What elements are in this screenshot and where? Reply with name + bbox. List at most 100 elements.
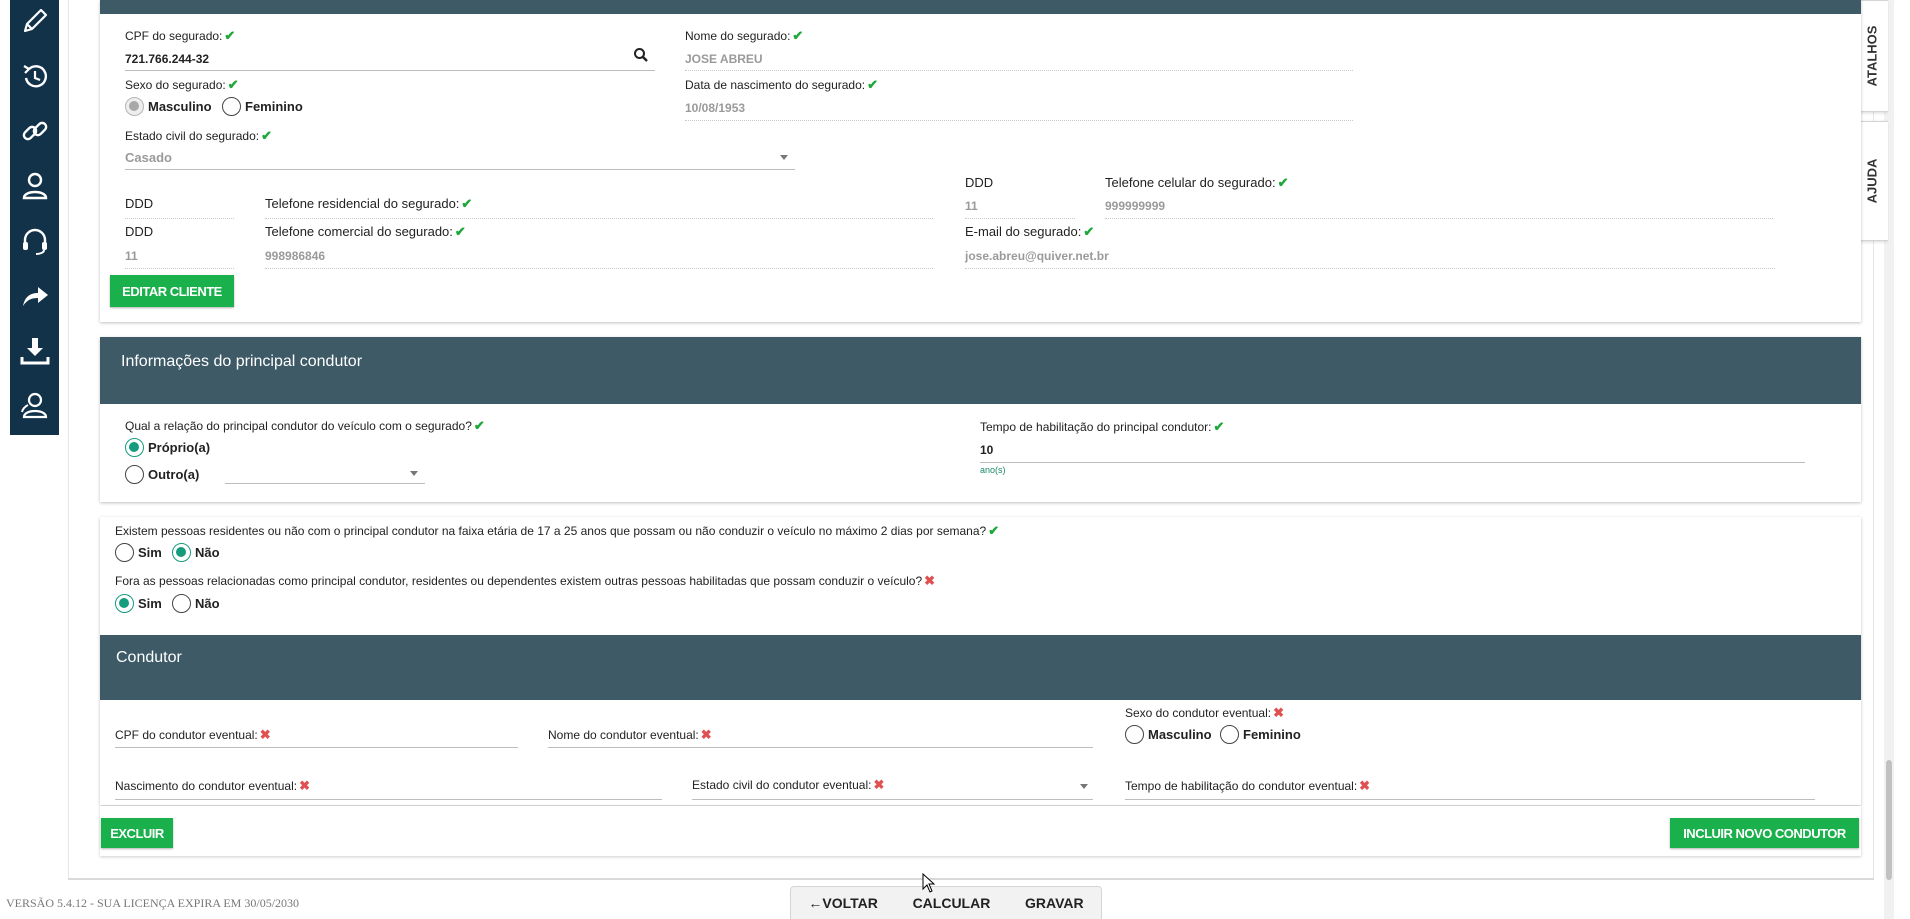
telefone-comercial-underline <box>265 268 933 269</box>
radio-dot <box>115 594 134 613</box>
action-row: EXCLUIR INCLUIR NOVO CONDUTOR <box>100 806 1861 856</box>
nome-condutor-input[interactable] <box>548 747 1093 748</box>
chevron-down-icon[interactable] <box>780 155 788 160</box>
nome-condutor-label: Nome do condutor eventual: ✖ <box>548 727 712 742</box>
excluir-button[interactable]: EXCLUIR <box>101 818 173 848</box>
email-segurado-underline <box>965 268 1775 269</box>
ddd-residencial-label: DDD <box>125 196 154 211</box>
relacao-outro-radio[interactable]: Outro(a) <box>125 465 199 484</box>
radio-dot <box>1125 725 1144 744</box>
question-jovens-nao-radio[interactable]: Não <box>172 543 220 562</box>
question-jovens-label: Existem pessoas residentes ou não com o … <box>115 523 1000 538</box>
relacao-proprio-radio[interactable]: Próprio(a) <box>125 438 210 457</box>
telefone-celular-label: Telefone celular do segurado: ✔ <box>1105 175 1289 190</box>
link-icon[interactable] <box>18 114 52 148</box>
nascimento-condutor-label: Nascimento do condutor eventual: ✖ <box>115 778 311 793</box>
radio-label: Feminino <box>1243 727 1301 742</box>
ddd-comercial-label: DDD <box>125 224 154 239</box>
tempo-condutor-input[interactable] <box>1125 799 1815 800</box>
radio-dot <box>125 97 144 116</box>
radio-label: Sim <box>138 596 162 611</box>
telefone-residencial-underline[interactable] <box>265 218 933 219</box>
sexo-masculino-radio[interactable]: Masculino <box>125 97 212 116</box>
atalhos-tab-label: ATALHOS <box>1864 25 1880 87</box>
calcular-button[interactable]: CALCULAR <box>913 895 991 911</box>
question-outras-pessoas-label: Fora as pessoas relacionadas como princi… <box>115 573 936 588</box>
nome-segurado-underline <box>685 70 1353 71</box>
nome-segurado-input[interactable]: JOSE ABREU <box>685 52 763 66</box>
refresh-clock-icon[interactable] <box>18 59 52 93</box>
relacao-condutor-label: Qual a relação do principal condutor do … <box>125 418 485 433</box>
chevron-down-icon[interactable] <box>1080 784 1088 789</box>
radio-label: Masculino <box>148 99 212 114</box>
estado-civil-segurado-label: Estado civil do segurado: ✔ <box>125 128 272 143</box>
user-icon[interactable] <box>18 169 52 203</box>
pencil-icon[interactable] <box>18 4 52 38</box>
forward-arrow-icon[interactable] <box>18 279 52 313</box>
ddd-comercial-input[interactable]: 11 <box>125 249 138 263</box>
segurado-card: CPF do segurado: ✔ 721.766.244-32 Nome do… <box>100 0 1861 322</box>
scrollbar-thumb[interactable] <box>1886 760 1892 880</box>
estado-civil-segurado-select[interactable]: Casado <box>125 150 172 165</box>
relacao-outro-select[interactable] <box>225 483 425 484</box>
tempo-habilitacao-underline <box>980 462 1805 463</box>
radio-dot <box>172 543 191 562</box>
radio-label: Sim <box>138 545 162 560</box>
ddd-celular-label: DDD <box>965 175 994 190</box>
segurado-card-header <box>100 0 1861 14</box>
page-frame-left <box>68 0 69 880</box>
download-icon[interactable] <box>18 334 52 368</box>
telefone-celular-input[interactable]: 999999999 <box>1105 199 1165 213</box>
incluir-novo-condutor-button[interactable]: INCLUIR NOVO CONDUTOR <box>1670 818 1859 848</box>
nascimento-segurado-input[interactable]: 10/08/1953 <box>685 101 745 115</box>
radio-dot <box>222 97 241 116</box>
editar-cliente-button[interactable]: EDITAR CLIENTE <box>110 275 234 307</box>
estado-civil-condutor-label: Estado civil do condutor eventual: ✖ <box>692 777 885 792</box>
telefone-comercial-input[interactable]: 998986846 <box>265 249 325 263</box>
ddd-celular-input[interactable]: 11 <box>965 199 978 213</box>
ajuda-tab-label: AJUDA <box>1864 158 1880 204</box>
cpf-segurado-input[interactable]: 721.766.244-32 <box>125 52 209 66</box>
radio-label: Masculino <box>1148 727 1212 742</box>
tempo-condutor-label: Tempo de habilitação do condutor eventua… <box>1125 778 1371 793</box>
radio-dot <box>1220 725 1239 744</box>
cpf-segurado-label: CPF do segurado: ✔ <box>125 28 236 43</box>
question-outras-sim-radio[interactable]: Sim <box>115 594 162 613</box>
ddd-celular-underline <box>965 218 1075 219</box>
condutor-title: Condutor <box>116 649 182 666</box>
principal-condutor-title: Informações do principal condutor <box>121 353 363 370</box>
mouse-cursor-icon <box>922 872 936 893</box>
radio-label: Próprio(a) <box>148 440 211 455</box>
ddd-comercial-underline <box>125 268 234 269</box>
sexo-feminino-radio[interactable]: Feminino <box>222 97 303 116</box>
tempo-habilitacao-input[interactable]: 10 <box>980 443 993 457</box>
users-icon[interactable] <box>18 389 52 423</box>
tempo-habilitacao-unit: ano(s) <box>980 465 1006 475</box>
nascimento-condutor-input[interactable] <box>115 799 662 800</box>
chevron-down-icon[interactable] <box>410 471 418 476</box>
email-segurado-input[interactable]: jose.abreu@quiver.net.br <box>965 249 1109 263</box>
gravar-button[interactable]: GRAVAR <box>1025 895 1084 911</box>
cpf-condutor-input[interactable] <box>115 747 518 748</box>
sidebar <box>10 0 59 435</box>
estado-civil-condutor-select[interactable] <box>692 799 1093 800</box>
condutor-eventual-card: Existem pessoas residentes ou não com o … <box>100 517 1861 805</box>
sexo-condutor-feminino-radio[interactable]: Feminino <box>1220 725 1301 744</box>
sexo-segurado-label: Sexo do segurado: ✔ <box>125 77 239 92</box>
tempo-habilitacao-label: Tempo de habilitação do principal condut… <box>980 419 1225 434</box>
condutor-header: Condutor <box>100 635 1861 700</box>
sexo-condutor-masculino-radio[interactable]: Masculino <box>1125 725 1212 744</box>
sexo-condutor-label: Sexo do condutor eventual: ✖ <box>1125 705 1285 720</box>
search-icon[interactable] <box>633 47 649 63</box>
radio-dot <box>172 594 191 613</box>
voltar-button[interactable]: ←VOLTAR <box>808 895 877 911</box>
nascimento-segurado-underline <box>685 120 1353 121</box>
principal-condutor-card: Informações do principal condutor Qual a… <box>100 337 1861 502</box>
question-jovens-sim-radio[interactable]: Sim <box>115 543 162 562</box>
question-outras-nao-radio[interactable]: Não <box>172 594 220 613</box>
headset-icon[interactable] <box>18 224 52 258</box>
email-segurado-label: E-mail do segurado: ✔ <box>965 224 1095 239</box>
ddd-residencial-underline[interactable] <box>125 218 234 219</box>
telefone-comercial-label: Telefone comercial do segurado: ✔ <box>265 224 466 239</box>
estado-civil-underline <box>125 169 795 170</box>
